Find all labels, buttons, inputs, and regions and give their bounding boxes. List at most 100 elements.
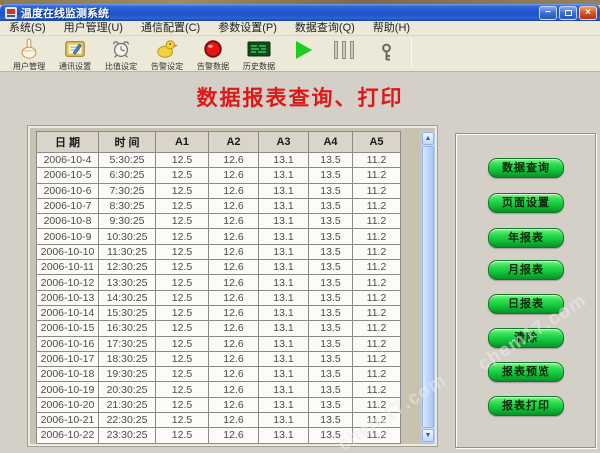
cell-time: 11:30:25 (99, 244, 156, 259)
cell-a3: 13.1 (259, 198, 309, 213)
cell-a5: 11.2 (353, 229, 401, 244)
table-row[interactable]: 2006-10-17 18:30:25 12.5 12.6 13.1 13.5 … (37, 351, 401, 366)
cell-date: 2006-10-20 (37, 397, 99, 412)
cell-date: 2006-10-21 (37, 413, 99, 428)
cell-date: 2006-10-11 (37, 260, 99, 275)
toolbar-button-label: 用户管理 (13, 60, 45, 71)
table-row[interactable]: 2006-10-12 13:30:25 12.5 12.6 13.1 13.5 … (37, 275, 401, 290)
table-row[interactable]: 2006-10-7 8:30:25 12.5 12.6 13.1 13.5 11… (37, 198, 401, 213)
cell-a2: 12.6 (209, 229, 259, 244)
close-button[interactable]: × (579, 6, 597, 20)
table-row[interactable]: 2006-10-14 15:30:25 12.5 12.6 13.1 13.5 … (37, 305, 401, 320)
cell-a1: 12.5 (156, 413, 209, 428)
cell-a4: 13.5 (309, 336, 353, 351)
menu-item[interactable]: 通信配置(C) (132, 21, 209, 36)
action-button-7[interactable]: 报表预览 (488, 362, 564, 382)
cell-date: 2006-10-17 (37, 351, 99, 366)
cell-a1: 12.5 (156, 244, 209, 259)
restore-button[interactable] (559, 6, 577, 20)
toolbar-button-comm-settings[interactable]: 通讯设置 (52, 38, 98, 72)
action-button-6[interactable]: 清除 (488, 328, 564, 348)
action-button-1[interactable]: 数据查询 (488, 158, 564, 178)
green-screen-icon (247, 38, 271, 60)
action-button-4[interactable]: 月报表 (488, 260, 564, 280)
action-button-5[interactable]: 日报表 (488, 294, 564, 314)
cell-a1: 12.5 (156, 351, 209, 366)
menu-item[interactable]: 帮助(H) (364, 21, 419, 36)
cell-a1: 12.5 (156, 168, 209, 183)
cell-a4: 13.5 (309, 229, 353, 244)
table-row[interactable]: 2006-10-6 7:30:25 12.5 12.6 13.1 13.5 11… (37, 183, 401, 198)
cell-a3: 13.1 (259, 214, 309, 229)
table-row[interactable]: 2006-10-20 21:30:25 12.5 12.6 13.1 13.5 … (37, 397, 401, 412)
table-row[interactable]: 2006-10-21 22:30:25 12.5 12.6 13.1 13.5 … (37, 413, 401, 428)
table-row[interactable]: 2006-10-22 23:30:25 12.5 12.6 13.1 13.5 … (37, 428, 401, 443)
cell-a5: 11.2 (353, 321, 401, 336)
vertical-scrollbar[interactable]: ▲ ▼ (421, 131, 435, 443)
cell-a5: 11.2 (353, 275, 401, 290)
cell-a5: 11.2 (353, 428, 401, 443)
run-play-icon[interactable] (296, 41, 312, 59)
column-header-a3: A3 (259, 132, 309, 153)
menu-item[interactable]: 数据查询(Q) (286, 21, 364, 36)
cell-a4: 13.5 (309, 168, 353, 183)
toolbar-button-user-management[interactable]: 用户管理 (6, 38, 52, 72)
key-icon[interactable] (380, 43, 393, 68)
cell-a1: 12.5 (156, 321, 209, 336)
action-button-2[interactable]: 页面设置 (488, 193, 564, 213)
cell-time: 14:30:25 (99, 290, 156, 305)
column-header-a5: A5 (353, 132, 401, 153)
table-row[interactable]: 2006-10-9 10:30:25 12.5 12.6 13.1 13.5 1… (37, 229, 401, 244)
cell-date: 2006-10-18 (37, 367, 99, 382)
scrollbar-thumb[interactable] (422, 146, 434, 428)
alarm-clock-icon (109, 38, 133, 60)
column-header-time: 时 间 (99, 132, 156, 153)
cell-a5: 11.2 (353, 382, 401, 397)
cell-a3: 13.1 (259, 168, 309, 183)
cell-date: 2006-10-10 (37, 244, 99, 259)
action-button-3[interactable]: 年报表 (488, 228, 564, 248)
table-row[interactable]: 2006-10-18 19:30:25 12.5 12.6 13.1 13.5 … (37, 367, 401, 382)
toolbar-button-history-data[interactable]: 历史数据 (236, 38, 282, 72)
table-row[interactable]: 2006-10-4 5:30:25 12.5 12.6 13.1 13.5 11… (37, 153, 401, 168)
table-row[interactable]: 2006-10-16 17:30:25 12.5 12.6 13.1 13.5 … (37, 336, 401, 351)
pause-bars-icon[interactable] (334, 41, 354, 59)
scroll-down-icon[interactable]: ▼ (422, 429, 434, 442)
table-row[interactable]: 2006-10-13 14:30:25 12.5 12.6 13.1 13.5 … (37, 290, 401, 305)
main-area: 数据报表查询、打印 日 期 时 间 A1 A2 A3 A4 A5 (0, 72, 600, 453)
action-button-8[interactable]: 报表打印 (488, 396, 564, 416)
table-row[interactable]: 2006-10-5 6:30:25 12.5 12.6 13.1 13.5 11… (37, 168, 401, 183)
cell-a5: 11.2 (353, 214, 401, 229)
app-window: 温度在线监测系统 − × 系统(S)用户管理(U)通信配置(C)参数设置(P)数… (0, 0, 600, 453)
table-row[interactable]: 2006-10-10 11:30:25 12.5 12.6 13.1 13.5 … (37, 244, 401, 259)
cell-a2: 12.6 (209, 153, 259, 168)
cell-a2: 12.6 (209, 382, 259, 397)
menu-item[interactable]: 系统(S) (0, 21, 55, 36)
toolbar-button-alarm-data[interactable]: 告警数据 (190, 38, 236, 72)
toolbar-button-alarm-setting[interactable]: 告警设定 (144, 38, 190, 72)
cell-a1: 12.5 (156, 183, 209, 198)
cell-a3: 13.1 (259, 382, 309, 397)
table-row[interactable]: 2006-10-19 20:30:25 12.5 12.6 13.1 13.5 … (37, 382, 401, 397)
cell-a3: 13.1 (259, 413, 309, 428)
cell-a3: 13.1 (259, 183, 309, 198)
menu-item[interactable]: 参数设置(P) (209, 21, 286, 36)
cell-date: 2006-10-7 (37, 198, 99, 213)
cell-date: 2006-10-4 (37, 153, 99, 168)
cell-time: 21:30:25 (99, 397, 156, 412)
cell-a1: 12.5 (156, 367, 209, 382)
table-row[interactable]: 2006-10-11 12:30:25 12.5 12.6 13.1 13.5 … (37, 260, 401, 275)
cell-a4: 13.5 (309, 198, 353, 213)
scroll-up-icon[interactable]: ▲ (422, 132, 434, 145)
menu-item[interactable]: 用户管理(U) (55, 21, 132, 36)
red-led-icon (201, 38, 225, 60)
table-row[interactable]: 2006-10-15 16:30:25 12.5 12.6 13.1 13.5 … (37, 321, 401, 336)
minimize-button[interactable]: − (539, 6, 557, 20)
table-row[interactable]: 2006-10-8 9:30:25 12.5 12.6 13.1 13.5 11… (37, 214, 401, 229)
cell-a3: 13.1 (259, 305, 309, 320)
cell-a1: 12.5 (156, 260, 209, 275)
cell-a5: 11.2 (353, 183, 401, 198)
hand-icon (17, 38, 41, 60)
cell-a5: 11.2 (353, 168, 401, 183)
toolbar-button-ratio-setting[interactable]: 比值设定 (98, 38, 144, 72)
